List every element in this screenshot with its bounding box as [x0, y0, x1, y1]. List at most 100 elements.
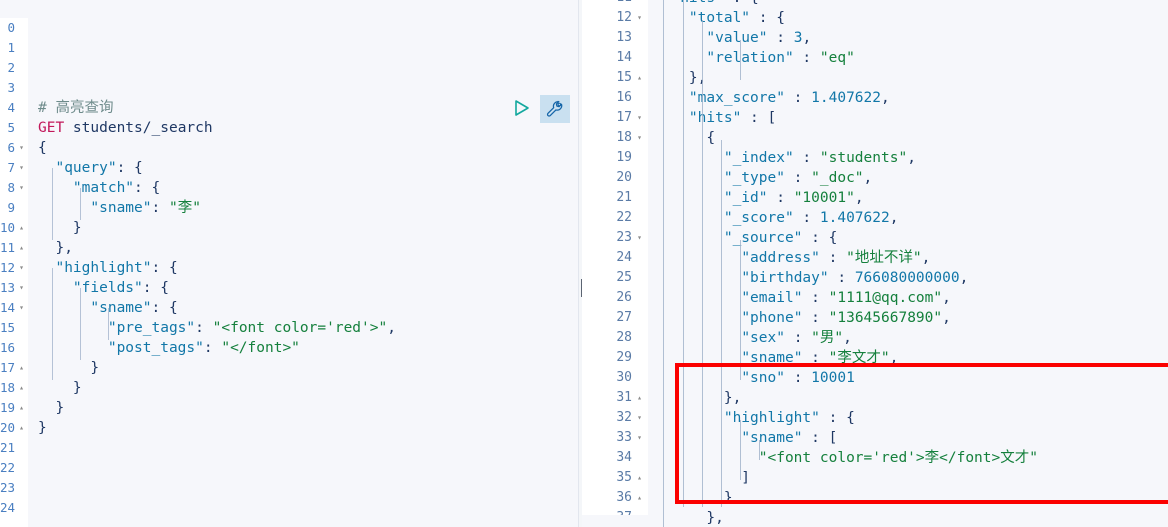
request-code-line[interactable]: } [28, 218, 582, 238]
line-number: 5 [0, 118, 28, 138]
response-code-line[interactable]: "total" : { [648, 8, 1168, 28]
response-code-line[interactable]: "relation" : "eq" [648, 48, 1168, 68]
fold-collapse-icon[interactable]: ▾ [634, 428, 645, 448]
code-token: , [802, 30, 812, 46]
request-code-line[interactable]: "pre_tags": "<font color='red'>", [28, 318, 582, 338]
request-code-line[interactable] [28, 478, 582, 498]
fold-expand-icon[interactable]: ▴ [634, 388, 645, 408]
fold-expand-icon[interactable]: ▴ [16, 218, 27, 238]
response-code-line[interactable]: "hits" : { [648, 0, 1168, 8]
response-code-line[interactable]: "_index" : "students", [648, 148, 1168, 168]
fold-collapse-icon[interactable]: ▾ [634, 8, 645, 28]
request-code-line[interactable] [28, 38, 582, 58]
response-code-line[interactable]: "value" : 3, [648, 28, 1168, 48]
response-code-line[interactable]: ] [648, 468, 1168, 488]
request-code-line[interactable] [28, 78, 582, 98]
code-token: "highlight" [723, 410, 820, 426]
request-code-line[interactable]: }, [28, 238, 582, 258]
request-code-line[interactable] [28, 498, 582, 518]
response-code-line[interactable]: "birthday" : 766080000000, [648, 268, 1168, 288]
response-code-line[interactable]: "email" : "1111@qq.com", [648, 288, 1168, 308]
response-code-line[interactable]: "hits" : [ [648, 108, 1168, 128]
response-code-line[interactable]: }, [648, 388, 1168, 408]
fold-expand-icon[interactable]: ▴ [16, 358, 27, 378]
request-code-line[interactable]: } [28, 418, 582, 438]
request-code-line[interactable]: "query": { [28, 158, 582, 178]
line-number-text: 24 [616, 250, 632, 265]
code-token: , [921, 250, 931, 266]
fold-expand-icon[interactable]: ▴ [16, 398, 27, 418]
request-code-line[interactable]: "fields": { [28, 278, 582, 298]
line-number-text: 6 [7, 140, 15, 155]
code-token: }, [38, 240, 73, 256]
code-token: : [ [741, 110, 777, 126]
fold-collapse-icon[interactable]: ▾ [16, 298, 27, 318]
response-code-line[interactable]: "highlight" : { [648, 408, 1168, 428]
response-code-line[interactable]: "<font color='red'>李</font>文才" [648, 448, 1168, 468]
response-code-line[interactable]: "sex" : "男", [648, 328, 1168, 348]
fold-expand-icon[interactable]: ▴ [16, 418, 27, 438]
indent-guide [721, 140, 722, 507]
response-code-line[interactable]: "max_score" : 1.407622, [648, 88, 1168, 108]
line-number: 13 [582, 28, 648, 48]
fold-collapse-icon[interactable]: ▾ [16, 258, 27, 278]
request-code-line[interactable]: # 高亮查询 [28, 98, 582, 118]
fold-collapse-icon[interactable]: ▾ [634, 228, 645, 248]
fold-expand-icon[interactable]: ▴ [634, 468, 645, 488]
request-code-line[interactable]: { [28, 138, 582, 158]
request-code-line[interactable]: } [28, 398, 582, 418]
fold-collapse-icon[interactable]: ▾ [16, 138, 27, 158]
response-code-line[interactable]: "sno" : 10001 [648, 368, 1168, 388]
line-number-text: 21 [0, 440, 16, 455]
request-code-line[interactable]: } [28, 358, 582, 378]
code-token: : [ [802, 430, 838, 446]
code-token: : { [819, 410, 855, 426]
fold-collapse-icon[interactable]: ▾ [16, 178, 27, 198]
response-code-line[interactable]: "phone" : "13645667890", [648, 308, 1168, 328]
fold-collapse-icon[interactable]: ▾ [16, 278, 27, 298]
line-number: 19 [582, 148, 648, 168]
fold-collapse-icon[interactable]: ▾ [634, 408, 645, 428]
line-number-text: 16 [616, 90, 632, 105]
response-code-line[interactable]: }, [648, 68, 1168, 88]
run-request-button[interactable] [510, 97, 532, 119]
request-code-line[interactable] [28, 58, 582, 78]
request-code-line[interactable] [28, 458, 582, 478]
fold-collapse-icon[interactable]: ▾ [634, 128, 645, 148]
request-code-line[interactable]: "post_tags": "</font>" [28, 338, 582, 358]
code-token: "students" [819, 150, 908, 166]
request-code-line[interactable]: "sname": { [28, 298, 582, 318]
fold-expand-icon[interactable]: ▴ [634, 508, 645, 515]
request-code-line[interactable]: } [28, 378, 582, 398]
fold-collapse-icon[interactable]: ▾ [634, 108, 645, 128]
fold-expand-icon[interactable]: ▴ [634, 488, 645, 508]
request-code-line[interactable]: GET students/_search [28, 118, 582, 138]
response-code-line[interactable]: { [648, 128, 1168, 148]
request-code-line[interactable]: "match": { [28, 178, 582, 198]
request-code-line[interactable] [28, 438, 582, 458]
request-code-area[interactable]: # 高亮查询 GET students/_search{ "query": { "… [28, 18, 582, 527]
request-options-button[interactable] [540, 95, 570, 123]
fold-collapse-icon[interactable]: ▾ [16, 158, 27, 178]
response-line-number-gutter[interactable]: 1112▾131415▴1617▾18▾1920212223▾242526272… [582, 0, 648, 515]
response-code-line[interactable]: "sname" : [ [648, 428, 1168, 448]
response-code-line[interactable]: "sname" : "李文才", [648, 348, 1168, 368]
fold-expand-icon[interactable]: ▴ [634, 68, 645, 88]
fold-expand-icon[interactable]: ▴ [16, 238, 27, 258]
response-code-line[interactable]: "_id" : "10001", [648, 188, 1168, 208]
response-code-line[interactable]: "_source" : { [648, 228, 1168, 248]
response-code-line[interactable]: "_score" : 1.407622, [648, 208, 1168, 228]
request-line-number-gutter[interactable]: 0 1 2 3 4 5 6 ▾ 7 ▾ 8 ▾ 9 10 ▴ 11 ▴ 12 ▾ 13 ▾ 14 ▾ 15 16 17 ▴ 18 ▴ 19… [0, 18, 28, 527]
request-code-line[interactable] [28, 18, 582, 38]
response-code-line[interactable]: }, [648, 508, 1168, 527]
response-code-line[interactable]: } [648, 488, 1168, 508]
fold-expand-icon[interactable]: ▴ [16, 378, 27, 398]
code-token: : [784, 170, 812, 186]
code-token: : [793, 50, 820, 66]
response-code-line[interactable]: "_type" : "_doc", [648, 168, 1168, 188]
response-code-area[interactable]: "hits" : { "total" : { "value" : 3, "rel… [648, 0, 1168, 526]
request-code-line[interactable]: "highlight": { [28, 258, 582, 278]
request-code-line[interactable]: "sname": "李" [28, 198, 582, 218]
response-code-line[interactable]: "address" : "地址不详", [648, 248, 1168, 268]
code-token: , [942, 290, 951, 306]
